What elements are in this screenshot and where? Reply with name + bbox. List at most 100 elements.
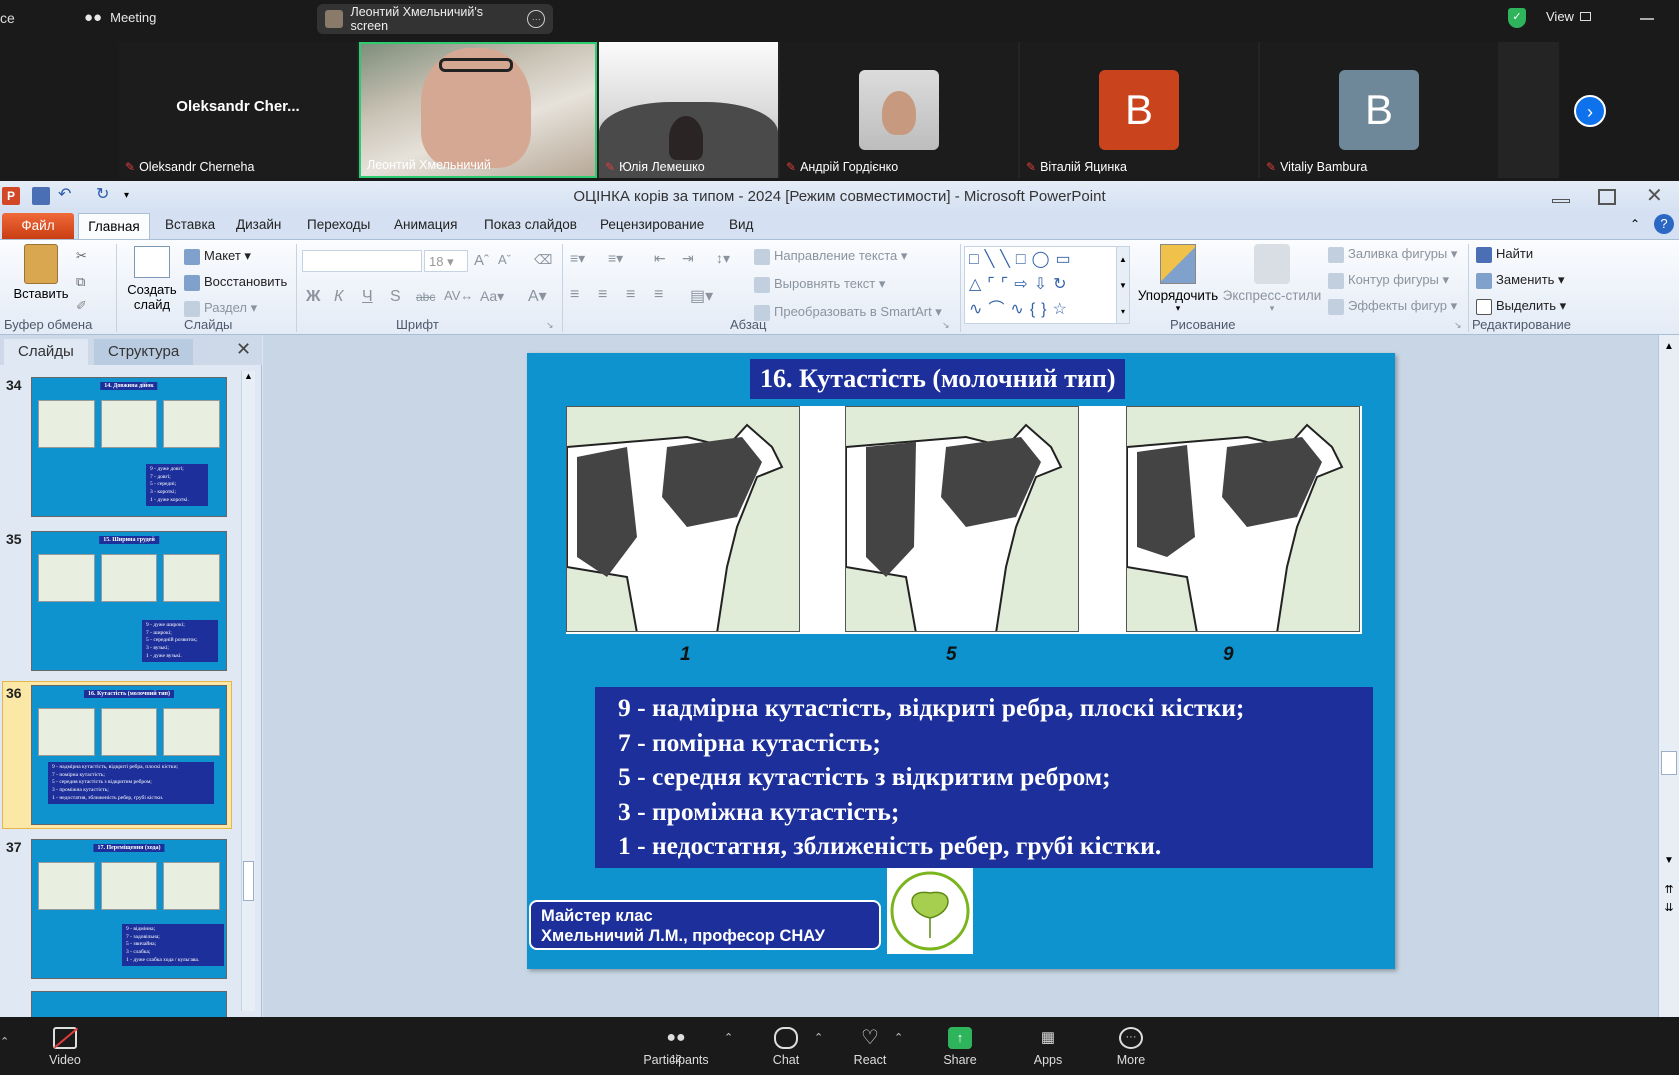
video-button[interactable]: Video (30, 1027, 100, 1067)
smartart-button[interactable]: Преобразовать в SmartArt ▾ (754, 304, 942, 321)
line-spacing-icon[interactable]: ↕▾ (716, 250, 730, 267)
tab-file[interactable]: Файл (2, 213, 74, 239)
chat-caret-icon[interactable]: ⌃ (814, 1031, 823, 1044)
reset-button[interactable]: Восстановить (184, 274, 287, 291)
slides-pane-scrollbar[interactable]: ▲ (241, 371, 255, 1011)
meeting-button[interactable]: ●● Meeting (84, 9, 156, 26)
participants-button[interactable]: ●● 12 Participants (640, 1027, 712, 1067)
shapes-gallery-scroll[interactable]: ▲ ▼ ▾ (1116, 246, 1130, 324)
security-shield-icon[interactable]: ✓ (1508, 8, 1526, 28)
scroll-thumb[interactable] (1661, 751, 1677, 775)
numbering-icon[interactable]: ≡▾ (608, 250, 623, 267)
participant-tile[interactable]: ✎ Андрій Гордієнко (780, 42, 1018, 178)
section-button[interactable]: Раздел ▾ (184, 300, 257, 317)
canvas-scrollbar[interactable]: ▲ ▼ ⇈ ⇊ (1658, 335, 1679, 1017)
tab-view[interactable]: Вид (729, 217, 753, 232)
tab-animations[interactable]: Анимация (394, 217, 457, 232)
slide-thumbnail[interactable]: 14. Довжина дійок 9 - дуже довгі; 7 - до… (31, 377, 227, 517)
align-left-icon[interactable]: ≡ (570, 286, 579, 304)
cow-picture-score-9[interactable] (1126, 406, 1360, 632)
slide-thumbnail[interactable] (31, 991, 227, 1017)
bold-icon[interactable]: Ж (306, 288, 320, 306)
tab-outline[interactable]: Структура (94, 339, 194, 365)
participants-caret-icon[interactable]: ⌃ (724, 1031, 733, 1044)
bullets-icon[interactable]: ≡▾ (570, 250, 585, 267)
strikethrough-icon[interactable]: abc (416, 290, 435, 304)
more-options-icon[interactable]: ··· (527, 10, 545, 28)
slide-thumbnail[interactable]: 15. Ширина грудей 9 - дуже широкі; 7 - ш… (31, 531, 227, 671)
chat-button[interactable]: Chat (751, 1027, 821, 1067)
justify-icon[interactable]: ≡ (654, 286, 663, 304)
columns-icon[interactable]: ▤▾ (690, 286, 713, 306)
tab-home[interactable]: Главная (78, 213, 150, 240)
minimize-window-icon[interactable] (1552, 199, 1570, 203)
university-logo[interactable] (887, 868, 973, 954)
grow-font-icon[interactable]: Aˆ (474, 252, 489, 269)
font-size-box[interactable]: 18 ▾ (424, 250, 468, 272)
scroll-up-icon[interactable]: ▲ (1659, 335, 1679, 352)
restore-window-icon[interactable] (1598, 189, 1616, 205)
react-caret-icon[interactable]: ⌃ (894, 1031, 903, 1044)
participant-tile[interactable]: B ✎ Віталій Яцинка (1020, 42, 1258, 178)
tab-slideshow[interactable]: Показ слайдов (484, 217, 577, 232)
slide-thumbnail-selected[interactable]: 16. Кутастість (молочний тип) 9 - надмір… (31, 685, 227, 825)
audio-options-caret-icon[interactable]: ⌃ (0, 1035, 9, 1048)
text-direction-button[interactable]: Направление текста ▾ (754, 248, 907, 265)
underline-icon[interactable]: Ч (362, 288, 373, 306)
screen-share-indicator[interactable]: Леонтий Хмельничий's screen ··· (317, 4, 553, 34)
arrange-button[interactable]: Упорядочить ▾ (1136, 244, 1220, 314)
close-pane-icon[interactable]: ✕ (236, 339, 251, 360)
format-painter-icon[interactable]: ✐ (76, 298, 87, 314)
increase-indent-icon[interactable]: ⇥ (682, 250, 694, 267)
next-page-arrow-icon[interactable]: › (1574, 95, 1606, 127)
paragraph-dialog-launcher-icon[interactable]: ↘ (942, 320, 950, 331)
clear-format-icon[interactable]: ⌫ (534, 252, 552, 268)
tab-review[interactable]: Рецензирование (600, 217, 704, 232)
font-name-box[interactable] (302, 250, 422, 272)
share-button[interactable]: ↑ Share (925, 1027, 995, 1067)
score-description-box[interactable]: 9 - надмірна кутастість, відкриті ребра,… (595, 687, 1373, 868)
shadow-icon[interactable]: S (390, 288, 401, 306)
shape-outline-button[interactable]: Контур фигуры ▾ (1328, 272, 1449, 289)
char-spacing-icon[interactable]: AV↔ (444, 288, 473, 303)
change-case-icon[interactable]: Aa▾ (480, 288, 504, 305)
align-center-icon[interactable]: ≡ (598, 286, 607, 304)
cut-icon[interactable]: ✂ (76, 248, 87, 264)
current-slide[interactable]: 16. Кутастість (молочний тип) 1 5 9 9 - … (527, 353, 1395, 969)
align-right-icon[interactable]: ≡ (626, 286, 635, 304)
participant-tile[interactable]: Oleksandr Cher... ✎ Oleksandr Cherneha (119, 42, 357, 178)
tab-design[interactable]: Дизайн (236, 217, 281, 232)
select-button[interactable]: Выделить ▾ (1476, 298, 1566, 315)
shape-effects-button[interactable]: Эффекты фигур ▾ (1328, 298, 1457, 315)
next-slide-icon[interactable]: ⇊ (1659, 901, 1679, 914)
cow-picture-score-5[interactable] (845, 406, 1079, 632)
quick-styles-button[interactable]: Экспресс-стили ▾ (1222, 244, 1322, 314)
new-slide-button[interactable]: Создать слайд (122, 246, 182, 312)
copy-icon[interactable]: ⧉ (76, 274, 85, 290)
slide-thumbnail[interactable]: 17. Переміщення (хода) 9 - відмінна; 7 -… (31, 839, 227, 979)
close-window-icon[interactable]: ✕ (1646, 183, 1663, 208)
more-button[interactable]: ··· More (1096, 1027, 1166, 1067)
scroll-down-icon[interactable]: ▼ (1659, 855, 1679, 866)
view-button[interactable]: View (1546, 9, 1591, 24)
apps-button[interactable]: ▦ Apps (1013, 1027, 1083, 1067)
paste-button[interactable]: Вставить (10, 244, 72, 301)
tab-insert[interactable]: Вставка (165, 217, 215, 232)
italic-icon[interactable]: К (334, 288, 343, 306)
participant-tile[interactable]: B ✎ Vitaliy Bambura (1260, 42, 1498, 178)
tab-slides[interactable]: Слайды (4, 339, 88, 365)
slide-title[interactable]: 16. Кутастість (молочний тип) (750, 359, 1126, 399)
scroll-up-icon[interactable]: ▲ (242, 371, 255, 381)
shape-fill-button[interactable]: Заливка фигуры ▾ (1328, 246, 1457, 263)
participant-tile-active-speaker[interactable]: Леонтий Хмельничий (359, 42, 597, 178)
font-dialog-launcher-icon[interactable]: ↘ (546, 320, 554, 331)
align-text-button[interactable]: Выровнять текст ▾ (754, 276, 885, 293)
scroll-thumb[interactable] (243, 861, 254, 901)
minimize-icon[interactable] (1640, 18, 1654, 20)
participant-tile[interactable]: ✎ Юлія Лемешко (599, 42, 778, 178)
find-button[interactable]: Найти (1476, 246, 1533, 263)
shrink-font-icon[interactable]: Aˇ (498, 252, 511, 267)
previous-slide-icon[interactable]: ⇈ (1659, 883, 1679, 896)
tab-transitions[interactable]: Переходы (307, 217, 370, 232)
author-box[interactable]: Майстер клас Хмельничий Л.М., професор С… (529, 900, 881, 950)
